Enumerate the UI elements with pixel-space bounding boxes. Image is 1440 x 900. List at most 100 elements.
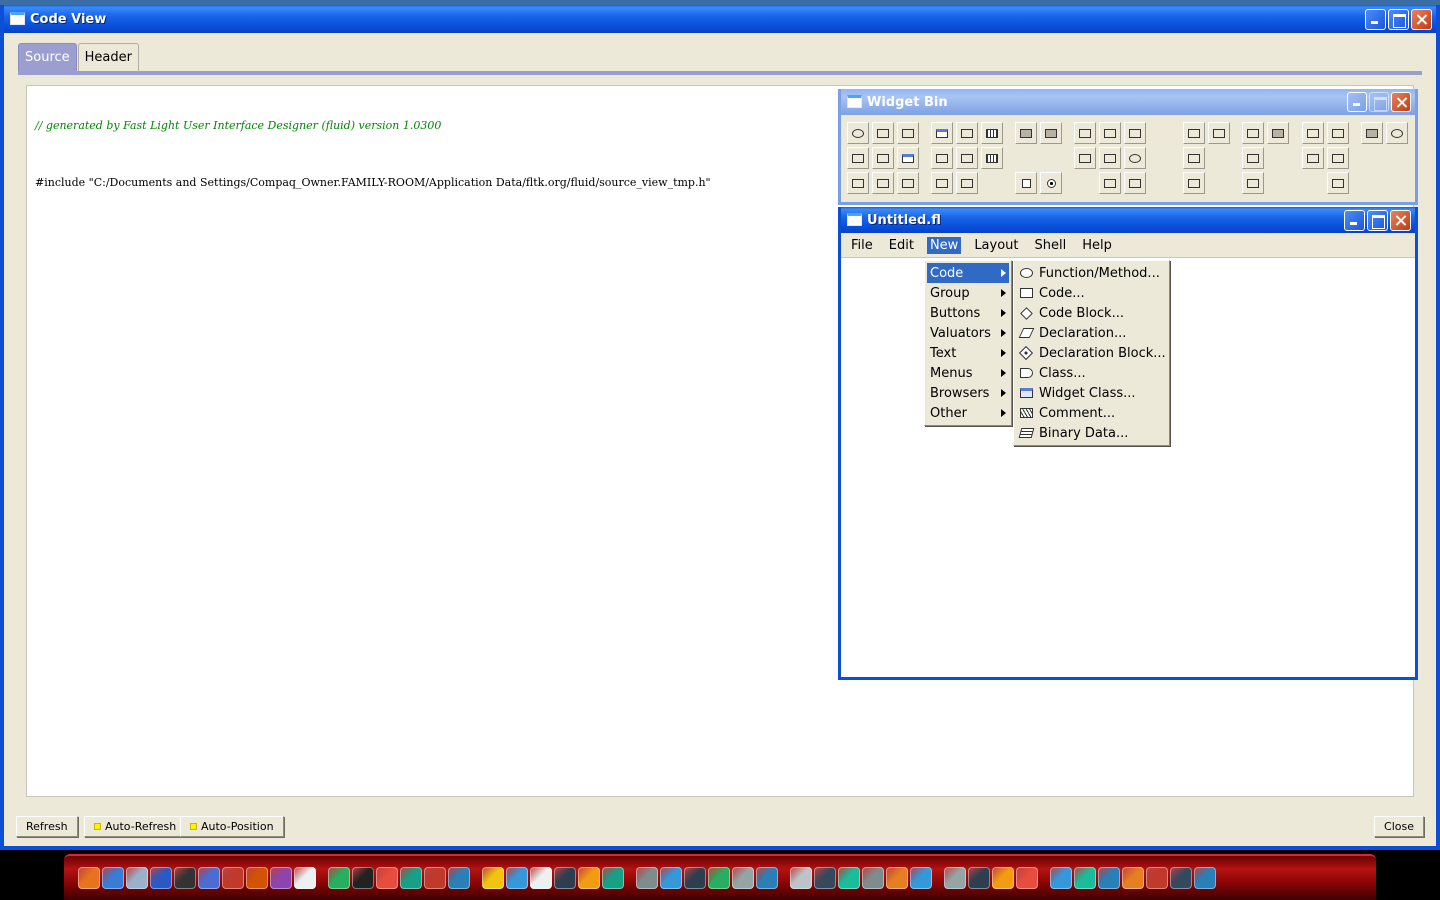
widget-tool-button[interactable] — [1124, 147, 1146, 169]
dock-app-icon[interactable] — [482, 867, 504, 889]
widget-tool-button[interactable] — [872, 147, 894, 169]
menu-file[interactable]: File — [848, 237, 876, 254]
dock-app-icon[interactable] — [376, 867, 398, 889]
dock-app-icon[interactable] — [1074, 867, 1096, 889]
dock-app-icon[interactable] — [270, 867, 292, 889]
dock-app-icon[interactable] — [968, 867, 990, 889]
widget-tool-button[interactable] — [931, 122, 953, 144]
close-window-button[interactable] — [1411, 9, 1432, 30]
widget-bin-titlebar[interactable]: Widget Bin — [841, 89, 1415, 115]
widget-tool-button[interactable] — [1015, 172, 1037, 194]
close-window-button[interactable] — [1390, 210, 1411, 231]
widget-tool-button[interactable] — [1074, 147, 1096, 169]
dock-app-icon[interactable] — [198, 867, 220, 889]
dock-app-icon[interactable] — [1194, 867, 1216, 889]
dock-app-icon[interactable] — [448, 867, 470, 889]
widget-tool-button[interactable] — [1302, 147, 1324, 169]
dock-app-icon[interactable] — [294, 867, 316, 889]
new-menu-valuators[interactable]: Valuators — [927, 323, 1009, 343]
widget-tool-button[interactable] — [931, 172, 953, 194]
dock-app-icon[interactable] — [886, 867, 908, 889]
widget-tool-button[interactable] — [847, 147, 869, 169]
dock-app-icon[interactable] — [126, 867, 148, 889]
dock-app-icon[interactable] — [790, 867, 812, 889]
widget-tool-button[interactable] — [1183, 122, 1205, 144]
menu-edit[interactable]: Edit — [886, 237, 917, 254]
tab-header[interactable]: Header — [77, 43, 139, 71]
widget-tool-button[interactable] — [872, 172, 894, 194]
widget-tool-button[interactable] — [1040, 122, 1062, 144]
dock-app-icon[interactable] — [1016, 867, 1038, 889]
maximize-button[interactable] — [1388, 9, 1409, 30]
widget-tool-button[interactable] — [1302, 122, 1324, 144]
menu-new[interactable]: New — [926, 236, 962, 254]
widget-tool-button[interactable] — [956, 172, 978, 194]
new-menu-other[interactable]: Other — [927, 403, 1009, 423]
widget-tool-button[interactable] — [1099, 122, 1121, 144]
dock-app-icon[interactable] — [838, 867, 860, 889]
widget-tool-button[interactable] — [1015, 122, 1037, 144]
widget-tool-button[interactable] — [981, 122, 1003, 144]
widget-tool-button[interactable] — [1327, 122, 1349, 144]
dock-app-icon[interactable] — [578, 867, 600, 889]
dock-app-icon[interactable] — [150, 867, 172, 889]
widget-tool-button[interactable] — [872, 122, 894, 144]
untitled-titlebar[interactable]: Untitled.fl — [841, 207, 1415, 233]
widget-tool-button[interactable] — [897, 122, 919, 144]
widget-tool-button[interactable] — [1183, 172, 1205, 194]
dock-app-icon[interactable] — [708, 867, 730, 889]
widget-tool-button[interactable] — [1327, 147, 1349, 169]
dock-app-icon[interactable] — [352, 867, 374, 889]
new-menu-browsers[interactable]: Browsers — [927, 383, 1009, 403]
widget-tool-button[interactable] — [897, 147, 919, 169]
dock-app-icon[interactable] — [424, 867, 446, 889]
dock-app-icon[interactable] — [102, 867, 124, 889]
widget-tool-button[interactable] — [956, 122, 978, 144]
minimize-button[interactable] — [1365, 9, 1386, 30]
widget-tool-button[interactable] — [1099, 172, 1121, 194]
widget-tool-button[interactable] — [931, 147, 953, 169]
widget-tool-button[interactable] — [897, 172, 919, 194]
widget-tool-button[interactable] — [1074, 122, 1096, 144]
new-menu-buttons[interactable]: Buttons — [927, 303, 1009, 323]
widget-tool-button[interactable] — [1242, 147, 1264, 169]
dock-app-icon[interactable] — [400, 867, 422, 889]
widget-tool-button[interactable] — [1242, 172, 1264, 194]
widget-tool-button[interactable] — [1208, 122, 1230, 144]
widget-tool-button[interactable] — [1099, 147, 1121, 169]
new-menu-group[interactable]: Group — [927, 283, 1009, 303]
new-menu-text[interactable]: Text — [927, 343, 1009, 363]
dock-app-icon[interactable] — [814, 867, 836, 889]
dock-app-icon[interactable] — [174, 867, 196, 889]
widget-tool-button[interactable] — [1242, 122, 1264, 144]
auto-position-toggle[interactable]: Auto-Position — [180, 816, 284, 837]
menu-help[interactable]: Help — [1079, 237, 1115, 254]
dock-app-icon[interactable] — [222, 867, 244, 889]
widget-tool-button[interactable] — [981, 147, 1003, 169]
menu-layout[interactable]: Layout — [971, 237, 1021, 254]
dock-app-icon[interactable] — [506, 867, 528, 889]
dock-app-icon[interactable] — [1122, 867, 1144, 889]
widget-tool-button[interactable] — [1386, 122, 1408, 144]
code-submenu-code[interactable]: Code... — [1016, 283, 1167, 303]
dock-app-icon[interactable] — [862, 867, 884, 889]
close-window-button[interactable] — [1391, 92, 1411, 112]
code-view-titlebar[interactable]: Code View — [4, 5, 1436, 33]
code-submenu-class[interactable]: Class... — [1016, 363, 1167, 383]
dock-app-icon[interactable] — [1050, 867, 1072, 889]
widget-tool-button[interactable] — [1124, 122, 1146, 144]
code-submenu-binary-data[interactable]: Binary Data... — [1016, 423, 1167, 443]
widget-tool-button[interactable] — [847, 172, 869, 194]
refresh-button[interactable]: Refresh — [16, 816, 78, 837]
widget-tool-button[interactable] — [1124, 172, 1146, 194]
dock-app-icon[interactable] — [732, 867, 754, 889]
dock-app-icon[interactable] — [602, 867, 624, 889]
dock-app-icon[interactable] — [636, 867, 658, 889]
menu-shell[interactable]: Shell — [1032, 237, 1070, 254]
maximize-button[interactable] — [1367, 210, 1388, 231]
close-button[interactable]: Close — [1374, 816, 1424, 837]
minimize-button[interactable] — [1344, 210, 1365, 231]
widget-tool-button[interactable] — [1040, 172, 1062, 194]
code-submenu-declaration-block[interactable]: Declaration Block... — [1016, 343, 1167, 363]
new-menu-code[interactable]: Code — [927, 263, 1009, 283]
